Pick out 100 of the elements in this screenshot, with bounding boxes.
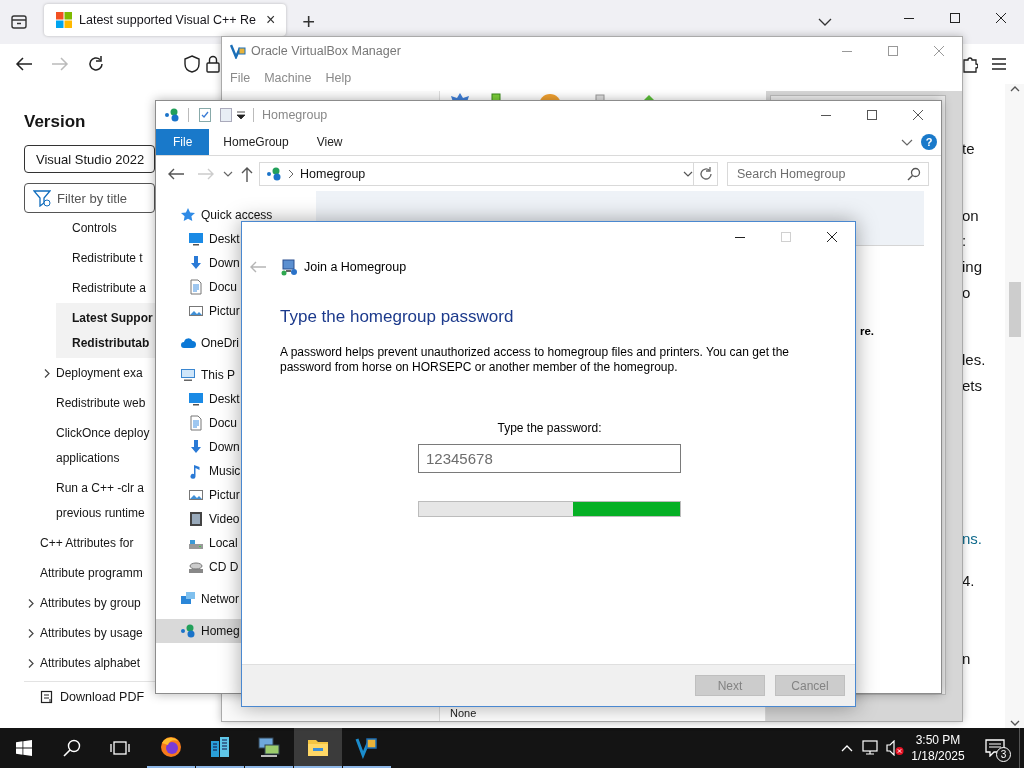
maximize-icon <box>867 110 877 120</box>
menu-item[interactable]: Machine <box>264 71 312 85</box>
link-text[interactable]: ns. <box>962 526 982 551</box>
speaker-icon <box>886 740 904 756</box>
search-icon <box>907 166 921 181</box>
computer-icon <box>180 367 196 383</box>
caret-down-icon <box>237 110 245 120</box>
checklist-icon <box>197 107 213 123</box>
disc-drive-icon <box>188 559 204 575</box>
toc-link[interactable]: Attributes by usage <box>24 618 155 648</box>
arrow-left-icon <box>15 55 33 73</box>
toc-link[interactable]: Redistribute a <box>56 273 155 303</box>
network-computer-icon <box>280 258 298 276</box>
toc-link[interactable]: Redistribute t <box>56 243 155 273</box>
document-icon <box>188 415 204 431</box>
monitor-icon <box>862 740 880 756</box>
download-icon <box>188 439 204 455</box>
toc-link[interactable]: Attributes by group <box>24 588 155 618</box>
document-icon <box>188 279 204 295</box>
taskbar-app[interactable] <box>294 728 342 768</box>
menu-item[interactable]: Help <box>325 71 352 85</box>
body-text: on <box>962 206 979 226</box>
menu-button[interactable] <box>990 55 1008 73</box>
tab-list-button[interactable] <box>10 13 28 31</box>
cloud-icon <box>180 335 196 351</box>
picture-icon <box>188 487 204 503</box>
close-icon <box>827 232 837 242</box>
toc-link[interactable]: Attributes alphabet <box>24 648 155 678</box>
chevron-up-icon <box>841 744 853 752</box>
maximize-icon <box>888 46 898 56</box>
toc-link[interactable]: Deployment exa <box>40 358 155 388</box>
dialog-title: Join a Homegroup <box>304 260 407 274</box>
new-tab-button[interactable]: + <box>298 9 320 35</box>
window-title: Homegroup <box>262 108 328 122</box>
chevron-down-icon <box>1009 718 1020 728</box>
version-heading: Version <box>24 112 86 132</box>
version-select[interactable]: Visual Studio 2022 <box>24 145 155 173</box>
body-text: ing <box>962 257 983 277</box>
toc-link[interactable]: Controls <box>56 213 155 243</box>
notifications-button[interactable]: 3 <box>971 728 1019 768</box>
close-icon <box>913 110 923 120</box>
ribbon-tab[interactable]: HomeGroup <box>209 129 303 155</box>
properties-button[interactable] <box>197 107 213 123</box>
message-icon <box>985 739 1005 757</box>
close-icon <box>934 46 944 56</box>
toc-link[interactable]: Latest Suppor Redistributab <box>56 303 155 358</box>
four-squares-icon <box>56 12 72 28</box>
reload-button[interactable] <box>87 55 105 73</box>
ribbon-tab[interactable]: View <box>302 129 357 155</box>
refresh-button[interactable] <box>694 161 718 186</box>
puzzle-icon <box>962 55 978 73</box>
task-view-icon <box>110 740 130 756</box>
tab-close-button[interactable]: × <box>262 11 279 29</box>
filter-field[interactable]: Filter by title <box>24 183 155 213</box>
toc-link[interactable]: Run a C++ -clr a previous runtime <box>40 473 155 528</box>
lock-icon <box>206 55 220 73</box>
monitor-icon <box>188 391 204 407</box>
computer-network-icon <box>257 735 281 759</box>
monitor-icon <box>188 231 204 247</box>
toc-link[interactable]: ClickOnce deploy applications <box>40 418 155 473</box>
toc-link[interactable]: Redistribute web <box>40 388 155 418</box>
shield-icon[interactable] <box>183 55 201 73</box>
refresh-icon <box>698 166 713 181</box>
download-pdf-link[interactable]: Download PDF <box>24 681 155 707</box>
circles-icon <box>180 623 196 639</box>
back-button[interactable] <box>15 55 33 73</box>
maximize-icon <box>781 232 791 242</box>
search-field[interactable]: Search Homegroup <box>727 161 929 186</box>
round-app-icon <box>159 735 183 759</box>
arrow-right-icon <box>51 55 69 73</box>
maximize-icon <box>950 13 960 23</box>
body-text: les. <box>962 350 986 370</box>
reload-icon <box>87 55 105 73</box>
four-panes-icon <box>16 740 32 756</box>
network-icon <box>180 591 196 607</box>
password-label: Type the password: <box>496 421 603 436</box>
circles-icon <box>164 107 180 123</box>
picture-icon <box>188 303 204 319</box>
details-value: None <box>450 707 477 720</box>
arrow-left-icon <box>249 260 267 274</box>
toc-link[interactable]: C++ Attributes for <box>24 528 155 558</box>
body-text: re. <box>859 324 874 338</box>
cube-icon <box>230 43 246 59</box>
clock[interactable]: 3:50 PM 1/18/2025 <box>907 728 969 768</box>
customize-button[interactable] <box>237 110 245 120</box>
scrollbar-thumb <box>1008 282 1021 337</box>
help-button[interactable]: ? <box>921 134 937 150</box>
dialog-heading: Type the homegroup password <box>280 306 514 328</box>
body-text: ets <box>962 376 982 396</box>
address-bar[interactable]: Homegroup <box>259 161 694 186</box>
ribbon-tab[interactable]: File <box>156 129 210 155</box>
toc-link[interactable]: Attribute programm <box>24 558 155 588</box>
download-icon <box>188 255 204 271</box>
extensions-button[interactable] <box>962 55 978 73</box>
body-text: 4. <box>962 571 975 591</box>
body-text: : <box>962 231 967 251</box>
cube-icon <box>355 735 379 759</box>
browser-tab[interactable]: Latest supported Visual C++ Re × <box>44 4 287 36</box>
chevron-up-icon <box>1009 84 1020 94</box>
circles-icon <box>266 165 282 182</box>
